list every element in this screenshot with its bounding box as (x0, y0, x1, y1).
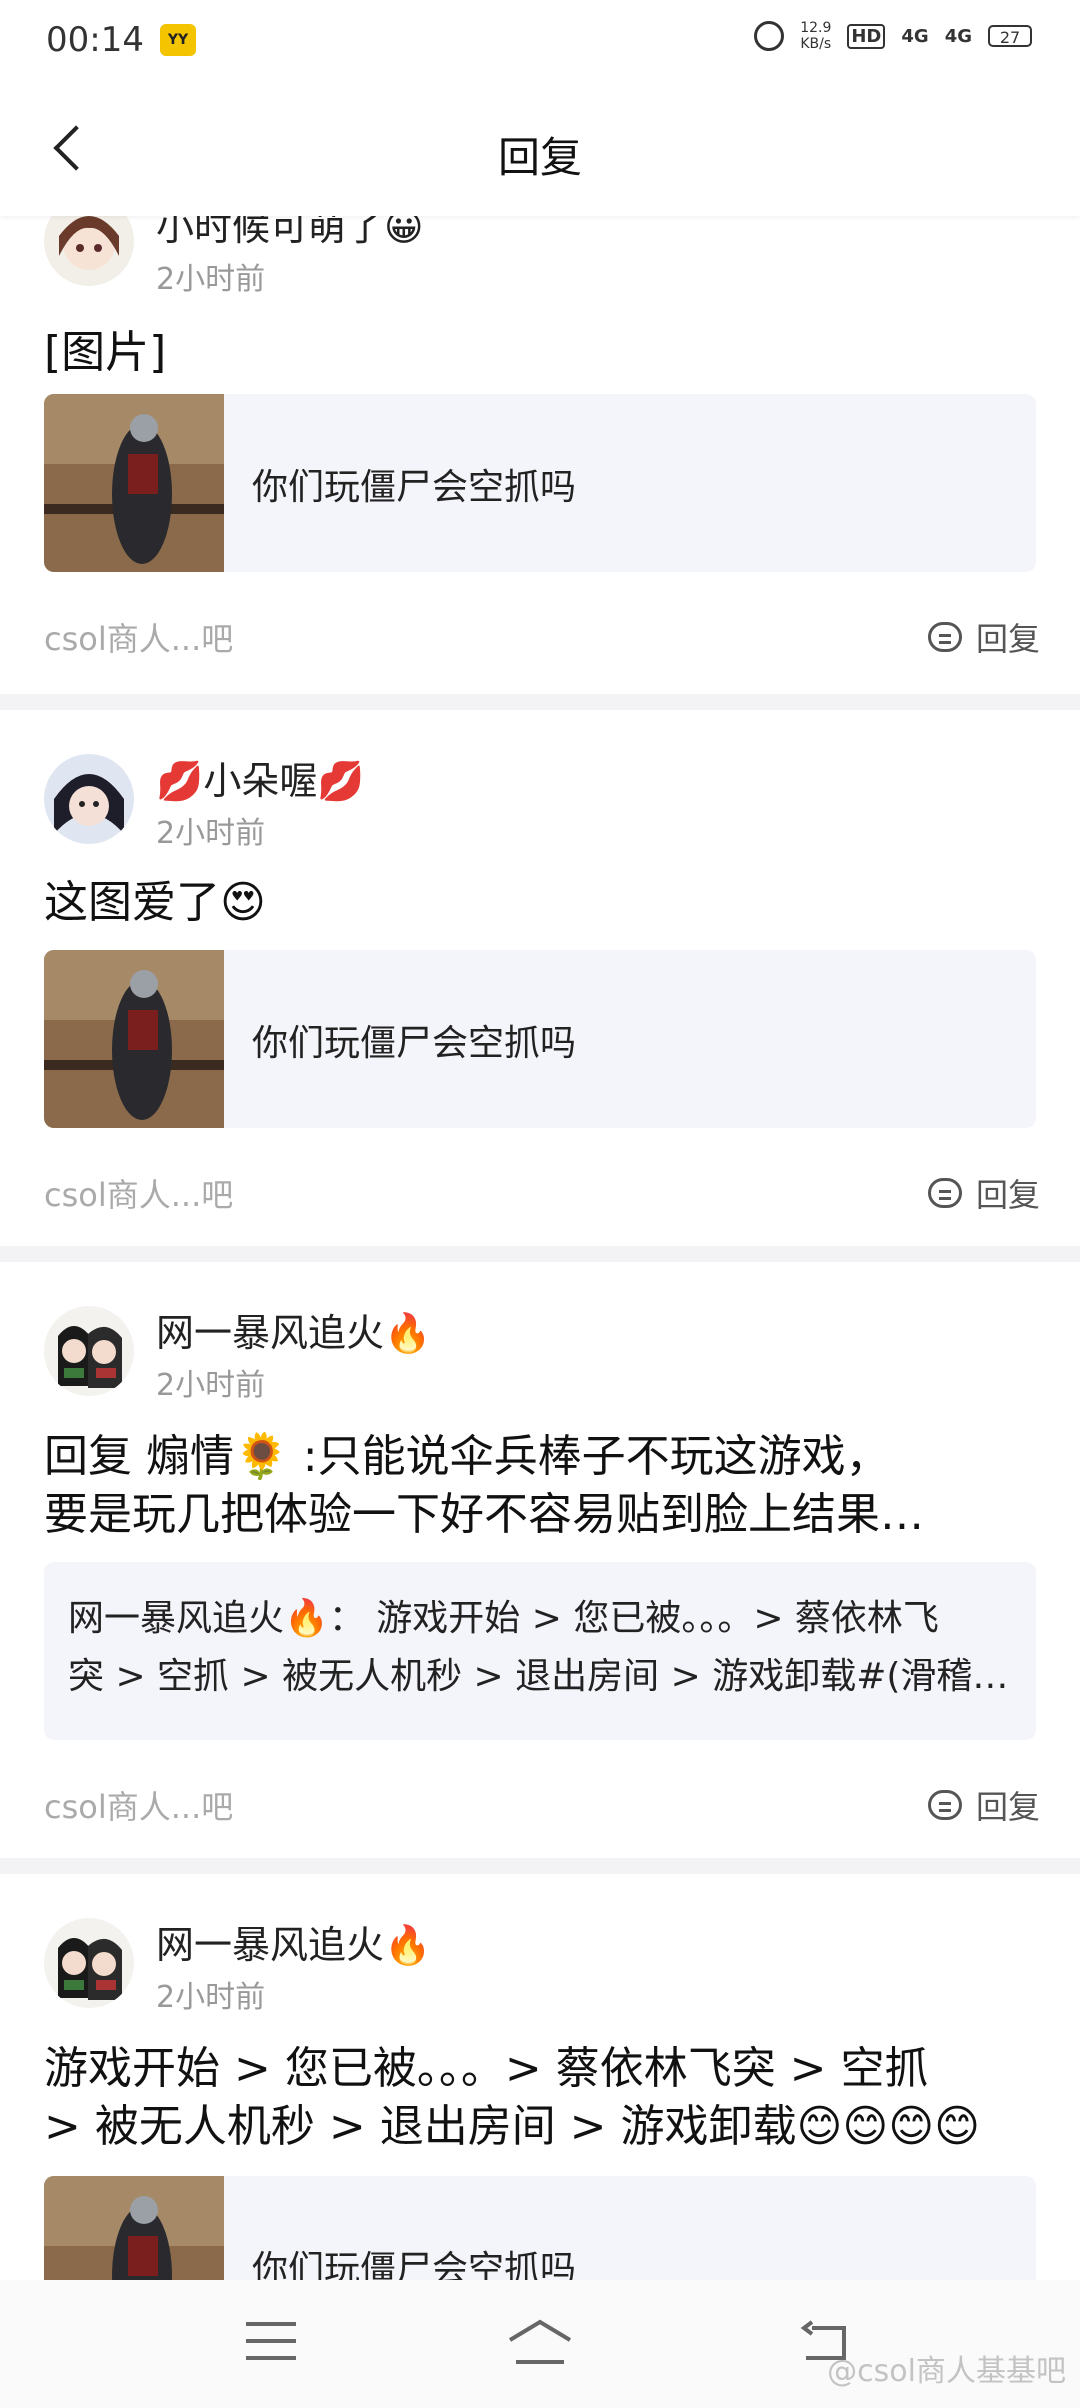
username[interactable]: 网一暴风追火🔥 (156, 1914, 431, 1969)
lips-emoji: 💋 (317, 759, 365, 803)
avatar[interactable] (44, 1918, 134, 2008)
battery-icon: 27 (988, 25, 1032, 47)
username[interactable]: 💋小朵喔💋 (156, 750, 365, 805)
reply-content: 这图爱了😍 (44, 877, 266, 928)
comment-icon (927, 1790, 962, 1820)
quoted-post-title: 你们玩僵尸会空抓吗 (252, 1023, 577, 1064)
reply-content: [图片] (44, 327, 167, 378)
avatar[interactable] (44, 1306, 134, 1396)
home-icon[interactable] (506, 2318, 574, 2366)
menu-icon[interactable] (246, 2322, 296, 2362)
network-speed: 12.9 KB/s (800, 20, 832, 52)
signal-4g-icon-2: 4G (944, 25, 972, 47)
quoted-post[interactable]: 你们玩僵尸会空抓吗 (44, 950, 1036, 1128)
forum-source[interactable]: csol商人...吧 (44, 1782, 233, 1828)
reply-button[interactable]: 回复 (927, 1782, 1040, 1828)
alarm-icon (754, 21, 785, 51)
status-icons: 12.9 KB/s HD 4G 4G 27 (754, 20, 1032, 52)
lips-emoji: 💋 (156, 759, 204, 803)
status-bar: 00:14 YY 12.9 KB/s HD 4G 4G 27 (0, 0, 1080, 84)
reply-button[interactable]: 回复 (927, 1170, 1040, 1216)
avatar[interactable] (44, 754, 134, 844)
reply-card-1: 小时候可萌了😀 2小时前 [图片] 你们玩僵尸会空抓吗 csol商人...吧 回… (0, 196, 1080, 694)
comment-icon (927, 1178, 962, 1208)
reply-card-3: 网一暴风追火🔥 2小时前 回复 煽情🌻 :只能说伞兵棒子不玩这游戏， 要是玩几把… (0, 1262, 1080, 1858)
post-thumbnail (44, 950, 224, 1128)
reply-content: 游戏开始 > 您已被。。。> 蔡依林飞突 > 空抓 > 被无人机秒 > 退出房间… (44, 2043, 981, 2152)
reply-card-2: 💋小朵喔💋 2小时前 这图爱了😍 你们玩僵尸会空抓吗 csol商人...吧 回复 (0, 710, 1080, 1246)
post-time: 2小时前 (156, 1980, 266, 2015)
comment-icon (927, 622, 962, 652)
watermark: @csol商人基基吧 (827, 2354, 1066, 2389)
yy-app-icon: YY (160, 24, 196, 56)
hd-icon: HD (847, 23, 886, 49)
post-time: 2小时前 (156, 1368, 266, 1403)
top-bar: 回复 (0, 84, 1080, 216)
forum-source[interactable]: csol商人...吧 (44, 614, 233, 660)
quoted-post-title: 你们玩僵尸会空抓吗 (252, 467, 577, 508)
page-title: 回复 (497, 133, 582, 182)
quoted-post[interactable]: 你们玩僵尸会空抓吗 (44, 394, 1036, 572)
clock: 00:14 (46, 20, 144, 60)
post-thumbnail (44, 394, 224, 572)
quoted-reply[interactable]: 网一暴风追火🔥： 游戏开始 > 您已被。。。> 蔡依林飞 突 > 空抓 > 被无… (44, 1562, 1036, 1740)
forum-source[interactable]: csol商人...吧 (44, 1170, 233, 1216)
username[interactable]: 网一暴风追火🔥 (156, 1302, 431, 1357)
reply-button[interactable]: 回复 (927, 614, 1040, 660)
post-time: 2小时前 (156, 262, 266, 297)
signal-4g-icon: 4G (901, 25, 929, 47)
reply-content: 回复 煽情🌻 :只能说伞兵棒子不玩这游戏， 要是玩几把体验一下好不容易贴到脸上结… (44, 1431, 924, 1540)
system-nav-bar: @csol商人基基吧 (0, 2280, 1080, 2408)
post-time: 2小时前 (156, 816, 266, 851)
